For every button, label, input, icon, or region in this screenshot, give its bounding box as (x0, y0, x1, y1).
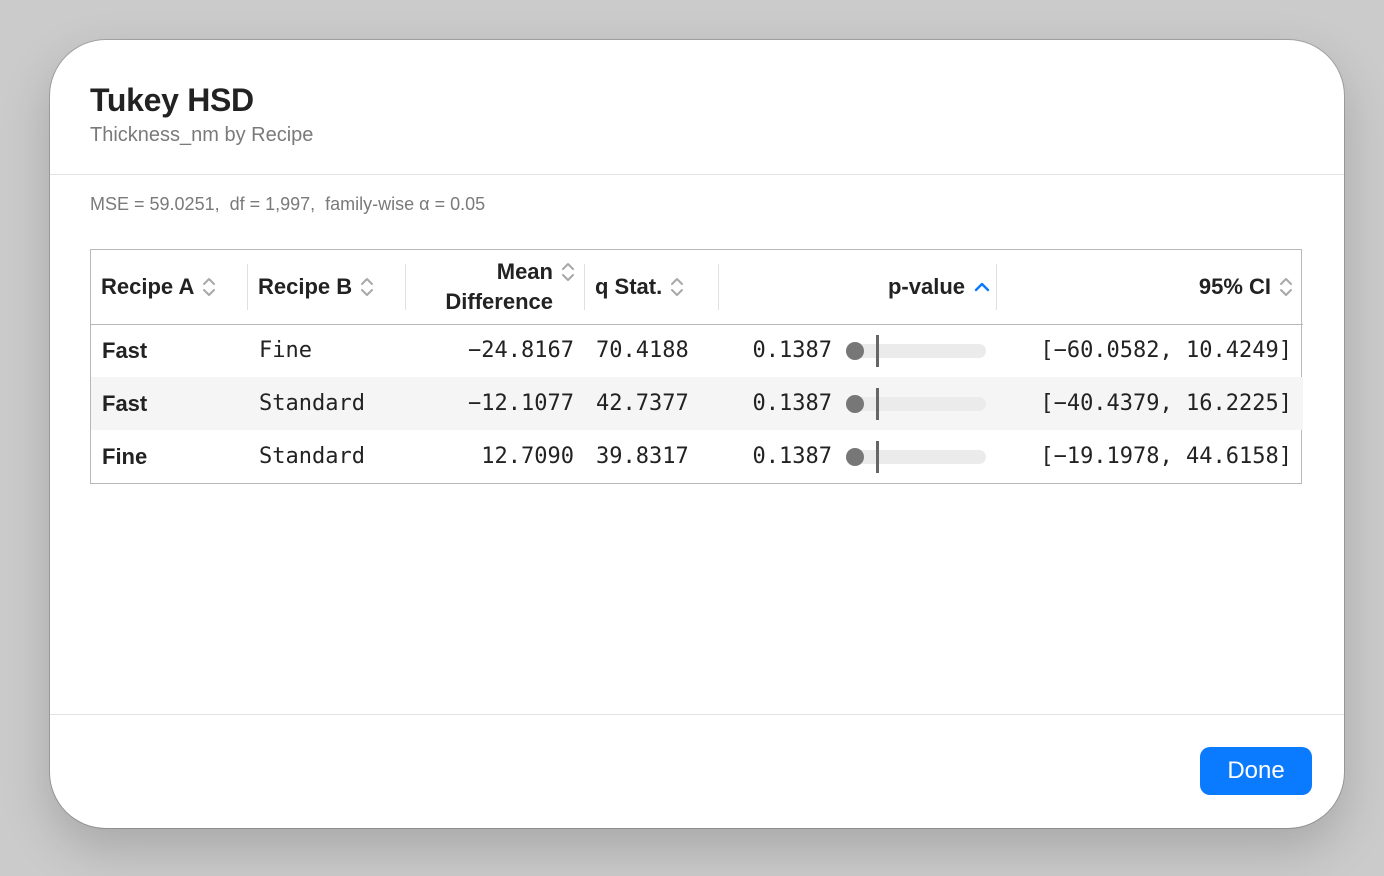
column-header-label: p-value (887, 273, 965, 299)
column-header-recipe-b[interactable]: Recipe B (248, 250, 406, 325)
chevron-up-down-icon[interactable] (670, 276, 684, 298)
cell-p-value: 0.1387 (719, 430, 997, 483)
cell-95-ci: [−19.1978, 44.6158] (1040, 444, 1292, 469)
table-row[interactable]: Fast Fine −24.8167 70.4188 0.1387 [−60.0… (91, 324, 1303, 377)
p-value-bar (846, 387, 986, 420)
cell-recipe-b: Standard (259, 444, 365, 469)
column-header-mean-difference[interactable]: Mean Difference (406, 250, 585, 325)
alpha-threshold-marker (876, 387, 879, 420)
p-value-dot (846, 394, 865, 413)
cell-recipe-a: Fast (91, 377, 248, 430)
p-value-track (846, 343, 986, 358)
column-header-q-stat[interactable]: q Stat. (585, 250, 719, 325)
table-row[interactable]: Fast Standard −12.1077 42.7377 0.1387 [−… (91, 377, 1303, 430)
table-header-row: Recipe A Recipe B Mean Difference q Stat… (91, 250, 1303, 325)
column-header-95-ci[interactable]: 95% CI (997, 250, 1303, 325)
p-value-text: 0.1387 (752, 391, 832, 416)
column-header-label: Mean Difference (445, 257, 575, 317)
cell-q-stat: 42.7377 (585, 377, 719, 430)
chevron-up-down-icon[interactable] (561, 261, 575, 283)
p-value-track (846, 449, 986, 464)
column-header-label: 95% CI (1198, 273, 1271, 299)
chevron-up-down-icon[interactable] (1279, 276, 1293, 298)
table-row[interactable]: Fine Standard 12.7090 39.8317 0.1387 [−1… (91, 430, 1303, 483)
dialog-title: Tukey HSD (90, 82, 254, 118)
stats-summary: MSE = 59.0251, df = 1,997, family-wise α… (90, 194, 486, 214)
column-header-label: q Stat. (595, 273, 663, 299)
dialog-header: Tukey HSD Thickness_nm by Recipe (50, 40, 1344, 175)
alpha-threshold-marker (876, 334, 879, 367)
cell-recipe-a: Fine (102, 443, 148, 469)
chevron-up-down-icon[interactable] (360, 276, 374, 298)
alpha-threshold-marker (876, 440, 879, 473)
cell-recipe-a: Fast (102, 337, 148, 363)
cell-q-stat: 39.8317 (596, 444, 689, 469)
cell-p-value: 0.1387 (719, 377, 997, 430)
dialog-footer: Done (50, 714, 1344, 828)
done-button[interactable]: Done (1200, 747, 1312, 795)
column-header-label: Recipe B (258, 273, 353, 299)
p-value-text: 0.1387 (752, 444, 832, 469)
cell-q-stat: 70.4188 (596, 338, 689, 364)
cell-mean-difference: −12.1077 (406, 377, 585, 430)
cell-mean-difference: −24.8167 (468, 338, 574, 364)
chevron-up-icon[interactable] (973, 276, 990, 298)
results-table: Recipe A Recipe B Mean Difference q Stat… (90, 249, 1303, 484)
dialog-subtitle: Thickness_nm by Recipe (90, 124, 314, 146)
chevron-up-down-icon[interactable] (202, 276, 216, 298)
cell-95-ci: [−40.4379, 16.2225] (997, 377, 1303, 430)
cell-recipe-b: Standard (248, 377, 406, 430)
tukey-hsd-dialog: Tukey HSD Thickness_nm by Recipe MSE = 5… (50, 40, 1344, 828)
cell-recipe-b: Fine (259, 338, 312, 364)
column-header-label: Recipe A (101, 273, 195, 299)
column-header-p-value[interactable]: p-value (719, 250, 997, 325)
p-value-track (846, 396, 986, 411)
cell-mean-difference: 12.7090 (481, 444, 574, 469)
p-value-bar (846, 440, 986, 473)
column-header-recipe-a[interactable]: Recipe A (91, 250, 248, 325)
cell-95-ci: [−60.0582, 10.4249] (1040, 338, 1292, 364)
p-value-dot (846, 447, 865, 466)
p-value-bar (846, 334, 986, 367)
p-value-text: 0.1387 (752, 338, 832, 364)
cell-p-value: 0.1387 (719, 324, 997, 377)
